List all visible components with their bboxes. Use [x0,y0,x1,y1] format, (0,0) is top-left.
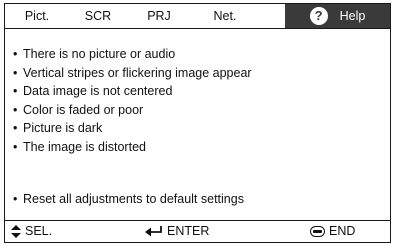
end-label: END [329,224,356,238]
tab-projector[interactable]: PRJ [127,4,191,28]
list-item[interactable]: • Color is faded or poor [13,101,252,120]
bullet: • [13,65,18,80]
menu-tab-bar: Pict. SCR PRJ Net. ? Help [5,4,390,29]
list-item-label: Picture is dark [23,121,103,136]
tab-help[interactable]: ? Help [285,4,390,28]
list-item-label: Vertical stripes or flickering image app… [23,65,252,80]
list-item-label: Color is faded or poor [23,102,144,117]
list-item[interactable]: • There is no picture or audio [13,45,252,64]
reset-all-label: Reset all adjustments to default setting… [23,192,244,206]
enter-hint: ENTER [145,221,209,242]
bullet: • [13,47,18,61]
enter-label: ENTER [167,224,210,238]
end-button-icon [310,226,325,237]
list-item[interactable]: • Vertical stripes or flickering image ap… [13,64,252,83]
tab-screen[interactable]: SCR [69,4,127,28]
reset-all-item[interactable]: • Reset all adjustments to default settin… [13,192,244,206]
bullet: • [13,139,18,154]
list-item-label: The image is distorted [23,139,146,154]
up-down-arrows-icon [11,225,21,238]
list-item[interactable]: • Data image is not centered [13,82,252,101]
tab-network[interactable]: Net. [191,4,259,28]
list-item-label: There is no picture or audio [23,47,176,61]
bullet: • [13,102,18,117]
enter-arrow-icon [145,226,162,237]
bullet: • [13,121,18,136]
tab-help-label: Help [339,9,366,23]
tab-picture[interactable]: Pict. [5,4,69,28]
bullet: • [13,192,18,206]
sel-label: SEL. [25,224,53,238]
question-icon: ? [309,7,328,25]
help-menu-window: Pict. SCR PRJ Net. ? Help • There is no p… [4,3,391,243]
help-topic-list: • There is no picture or audio • Vertical … [13,45,252,157]
list-item-label: Data image is not centered [23,84,173,99]
list-item[interactable]: • Picture is dark [13,119,252,138]
end-hint: END [310,221,355,242]
bullet: • [13,84,18,99]
footer-key-guide: SEL. ENTER END [5,220,390,242]
list-item[interactable]: • The image is distorted [13,138,252,157]
sel-hint: SEL. [11,221,52,242]
tab-spacer [259,4,285,28]
